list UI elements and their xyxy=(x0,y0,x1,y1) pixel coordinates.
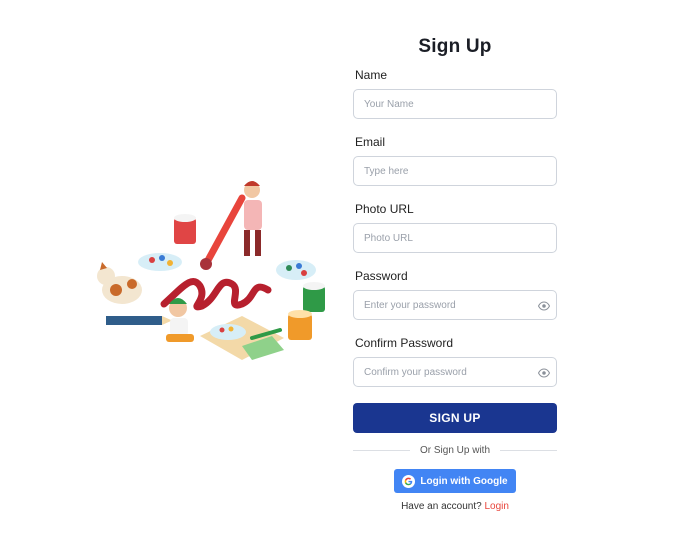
divider-line-left xyxy=(353,450,410,451)
have-account-text: Have an account? xyxy=(401,501,482,512)
divider-line-right xyxy=(500,450,557,451)
login-prompt: Have an account? Login xyxy=(353,501,557,512)
name-field-wrapper xyxy=(353,89,557,119)
name-input[interactable] xyxy=(354,90,556,118)
confirm-password-field-wrapper xyxy=(353,357,557,387)
eye-icon[interactable] xyxy=(538,367,550,379)
signup-form: Sign Up Name Email Photo URL Password Co… xyxy=(353,36,557,512)
google-login-button[interactable]: Login with Google xyxy=(394,469,516,493)
google-icon xyxy=(402,474,416,488)
divider: Or Sign Up with xyxy=(353,445,557,456)
kids-painting-illustration xyxy=(97,181,325,360)
eye-icon[interactable] xyxy=(538,300,550,312)
photo-url-input[interactable] xyxy=(354,224,556,252)
email-input[interactable] xyxy=(354,157,556,185)
password-input[interactable] xyxy=(354,291,556,319)
name-label: Name xyxy=(355,68,388,82)
sign-up-button[interactable]: SIGN UP xyxy=(353,403,557,433)
hero-illustration xyxy=(92,178,332,368)
google-login-label: Login with Google xyxy=(420,475,508,487)
email-label: Email xyxy=(355,135,386,149)
divider-text: Or Sign Up with xyxy=(419,445,491,456)
photo-url-label: Photo URL xyxy=(355,202,414,216)
page-title: Sign Up xyxy=(418,36,492,57)
confirm-password-input[interactable] xyxy=(354,358,556,386)
photo-url-field-wrapper xyxy=(353,223,557,253)
email-field-wrapper xyxy=(353,156,557,186)
password-field-wrapper xyxy=(353,290,557,320)
password-label: Password xyxy=(355,269,408,283)
login-link[interactable]: Login xyxy=(484,501,508,512)
confirm-password-label: Confirm Password xyxy=(355,336,454,350)
